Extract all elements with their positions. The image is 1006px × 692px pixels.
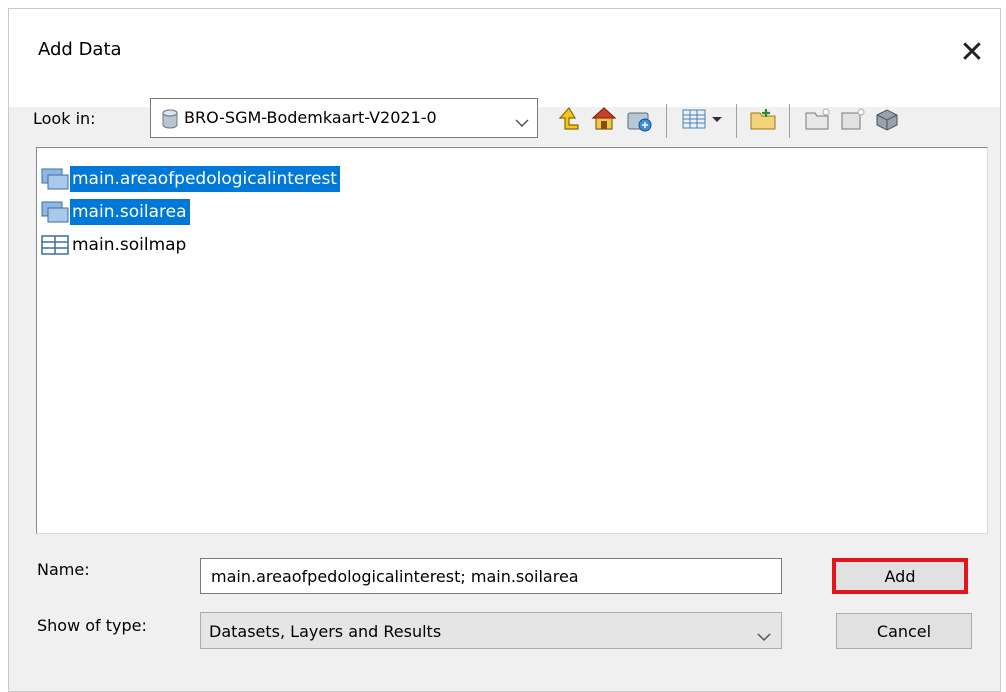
connect-folder-icon[interactable] xyxy=(749,105,777,133)
toolbar-separator xyxy=(789,104,790,138)
toolbar-separator xyxy=(736,104,737,138)
add-button[interactable]: Add xyxy=(832,558,968,594)
list-item[interactable]: main.areaofpedologicalinterest xyxy=(40,166,340,192)
file-name: main.soilarea xyxy=(70,199,190,225)
new-database-icon[interactable] xyxy=(839,105,867,133)
name-label: Name: xyxy=(37,560,90,579)
look-in-label: Look in: xyxy=(33,109,96,128)
chevron-down-icon[interactable] xyxy=(757,627,771,647)
chevron-down-icon[interactable] xyxy=(515,113,529,133)
title-bar: Add Data ✕ xyxy=(9,9,1000,107)
look-in-value: BRO-SGM-Bodemkaart-V2021-0 xyxy=(184,108,437,127)
catalog-icon[interactable] xyxy=(873,105,901,133)
polygon-feature-class-icon xyxy=(40,200,70,224)
name-field[interactable] xyxy=(200,558,782,594)
new-folder-icon[interactable] xyxy=(804,105,832,133)
close-icon[interactable]: ✕ xyxy=(956,37,988,69)
file-name: main.areaofpedologicalinterest xyxy=(70,166,340,192)
database-icon xyxy=(162,109,178,134)
add-data-dialog: Add Data ✕ Look in: BRO-SGM-Bodemkaart-V… xyxy=(8,8,1001,692)
list-item[interactable]: main.soilmap xyxy=(40,232,189,258)
look-in-combobox[interactable]: BRO-SGM-Bodemkaart-V2021-0 xyxy=(150,98,538,138)
show-of-type-value: Datasets, Layers and Results xyxy=(209,622,442,641)
cancel-button[interactable]: Cancel xyxy=(836,613,972,649)
show-of-type-select[interactable]: Datasets, Layers and Results xyxy=(200,612,782,649)
dialog-title: Add Data xyxy=(38,39,122,60)
home-icon[interactable] xyxy=(590,105,618,133)
polygon-feature-class-icon xyxy=(40,167,70,191)
toolbar-separator xyxy=(666,104,667,138)
show-of-type-label: Show of type: xyxy=(37,616,147,635)
up-arrow-icon[interactable] xyxy=(555,105,583,133)
default-geodatabase-icon[interactable] xyxy=(625,105,653,133)
list-item[interactable]: main.soilarea xyxy=(40,199,190,225)
file-list[interactable]: main.areaofpedologicalinterest main.soil… xyxy=(36,147,988,534)
table-icon xyxy=(40,233,70,257)
list-view-icon[interactable] xyxy=(680,105,708,133)
file-name: main.soilmap xyxy=(72,235,187,255)
view-dropdown-chevron-icon[interactable] xyxy=(708,105,726,133)
